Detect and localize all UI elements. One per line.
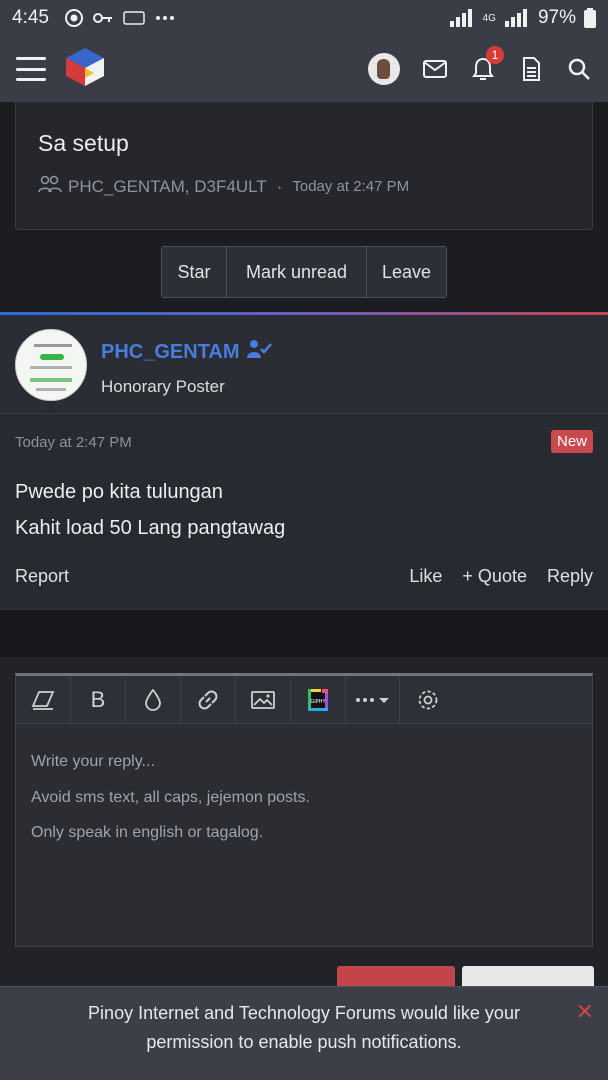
gear-icon[interactable] (400, 676, 455, 723)
page-content: Sa setup PHC_GENTAM, D3F4ULT · Today at … (0, 102, 608, 997)
meta-separator: · (276, 176, 283, 196)
poster-info: PHC_GENTAM Honorary Poster (101, 329, 272, 397)
reply-editor: B GIPHY Write your reply... Avoid sms te… (15, 673, 593, 947)
signal-icon (449, 9, 475, 27)
battery-icon (584, 8, 596, 28)
status-time: 4:45 (12, 7, 49, 28)
post-date[interactable]: Today at 2:47 PM (15, 434, 132, 451)
more-dots-icon (155, 15, 175, 21)
quote-link[interactable]: + Quote (462, 566, 527, 587)
notification-badge: 1 (486, 46, 504, 64)
leave-button[interactable]: Leave (367, 247, 446, 297)
status-right: 4G 97% (449, 7, 596, 29)
section-gap (0, 609, 608, 657)
key-icon (92, 11, 113, 25)
mail-icon[interactable] (422, 56, 448, 82)
report-link[interactable]: Report (15, 566, 69, 587)
more-options-icon[interactable] (346, 676, 400, 723)
hd-icon (123, 11, 145, 25)
app-header: 1 (0, 36, 608, 102)
participants-icon (38, 175, 62, 198)
user-avatar[interactable] (368, 53, 400, 85)
placeholder-line: Write your reply... (31, 753, 155, 770)
signal-icon-2 (504, 9, 530, 27)
search-icon[interactable] (566, 56, 592, 82)
notification-text-line: Pinoy Internet and Technology Forums wou… (88, 1003, 520, 1023)
svg-text:GIPHY: GIPHY (310, 699, 326, 705)
image-icon[interactable] (236, 676, 291, 723)
chrome-icon (64, 9, 83, 27)
thread-card: Sa setup PHC_GENTAM, D3F4ULT · Today at … (15, 102, 593, 230)
reply-textarea[interactable]: Write your reply... Avoid sms text, all … (16, 724, 592, 871)
reply-editor-section: B GIPHY Write your reply... Avoid sms te… (0, 657, 608, 997)
poster-username[interactable]: PHC_GENTAM (101, 341, 240, 364)
post-header: PHC_GENTAM Honorary Poster (0, 315, 608, 414)
bell-icon[interactable]: 1 (470, 46, 504, 82)
post-message-line: Pwede po kita tulungan (15, 481, 223, 503)
status-icons (64, 9, 175, 27)
color-drop-icon[interactable] (126, 676, 181, 723)
thread-action-group: Star Mark unread Leave (161, 246, 447, 298)
verified-user-icon (246, 339, 272, 365)
like-link[interactable]: Like (409, 566, 442, 587)
thread-title[interactable]: Sa setup (38, 130, 570, 157)
post-message: Pwede po kita tulungan Kahit load 50 Lan… (15, 474, 285, 546)
thread-timestamp: Today at 2:47 PM (292, 178, 410, 195)
notification-text-line: permission to enable push notifications. (146, 1032, 462, 1052)
new-badge: New (550, 430, 593, 453)
placeholder-line: Only speak in english or tagalog. (31, 824, 264, 841)
mark-unread-button[interactable]: Mark unread (227, 247, 367, 297)
site-logo[interactable] (64, 46, 106, 93)
poster-avatar[interactable] (15, 329, 87, 401)
thread-meta: PHC_GENTAM, D3F4ULT · Today at 2:47 PM (38, 175, 570, 198)
battery-percent: 97% (537, 7, 576, 28)
post-body: Today at 2:47 PM New Pwede po kita tulun… (0, 413, 608, 609)
editor-toolbar: B GIPHY (16, 676, 592, 724)
header-actions: 1 (368, 46, 592, 85)
link-icon[interactable] (181, 676, 236, 723)
post-actions: Like + Quote Reply (409, 566, 593, 587)
status-bar: 4:45 4G 97% (0, 0, 608, 36)
post: PHC_GENTAM Honorary Poster Today at 2:47… (0, 315, 608, 609)
poster-role: Honorary Poster (101, 377, 225, 396)
reply-link[interactable]: Reply (547, 566, 593, 587)
thread-participants[interactable]: PHC_GENTAM, D3F4ULT (68, 177, 267, 197)
placeholder-line: Avoid sms text, all caps, jejemon posts. (31, 788, 310, 806)
eraser-icon[interactable] (16, 676, 71, 723)
network-type: 4G (482, 12, 496, 24)
poster-username-row: PHC_GENTAM (101, 339, 272, 365)
bold-icon[interactable]: B (71, 676, 126, 723)
star-button[interactable]: Star (162, 247, 227, 297)
giphy-icon[interactable]: GIPHY (291, 676, 346, 723)
push-notification-banner: Pinoy Internet and Technology Forums wou… (0, 986, 608, 1080)
document-icon[interactable] (518, 56, 544, 82)
hamburger-menu-icon[interactable] (16, 57, 46, 81)
close-icon[interactable]: ✕ (576, 997, 594, 1026)
post-message-line: Kahit load 50 Lang pangtawag (15, 517, 286, 539)
